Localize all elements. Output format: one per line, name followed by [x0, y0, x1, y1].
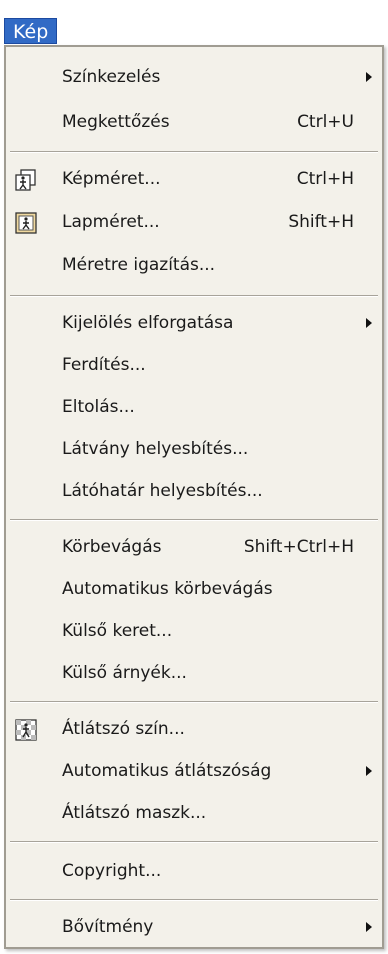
menu-item-label: Eltolás...: [62, 397, 135, 417]
menu-kep[interactable]: Kép: [4, 18, 58, 44]
menu-item-fit-to-size[interactable]: Méretre igazítás...: [6, 247, 382, 283]
menu-item-plugins[interactable]: Bővítmény: [6, 909, 382, 945]
menu-item-color-management[interactable]: Színkezelés: [6, 59, 382, 95]
menu-item-drop-shadow[interactable]: Külső árnyék...: [6, 655, 382, 691]
menu-item-label: Átlátszó maszk...: [62, 803, 207, 823]
menu-item-label: Automatikus körbevágás: [62, 579, 273, 599]
menu-item-label: Külső keret...: [62, 621, 173, 641]
menu-item-label: Lapméret...: [62, 212, 160, 232]
menu-item-label: Megkettőzés: [62, 112, 170, 132]
menu-separator: [10, 151, 378, 153]
menubar: Kép: [0, 0, 388, 46]
menu-item-label: Látóhatár helyesbítés...: [62, 481, 263, 501]
menu-item-transparent-color[interactable]: Átlátszó szín...: [6, 711, 382, 747]
menu-separator: [10, 899, 378, 901]
menu-item-label: Látvány helyesbítés...: [62, 439, 249, 459]
menu-item-perspective-correction[interactable]: Látvány helyesbítés...: [6, 431, 382, 467]
menu-item-crop[interactable]: Körbevágás Shift+Ctrl+H: [6, 529, 382, 565]
menu-item-copyright[interactable]: Copyright...: [6, 853, 382, 889]
menu-item-image-size[interactable]: Képméret... Ctrl+H: [6, 161, 382, 197]
menu-item-shortcut: Shift+H: [288, 212, 354, 232]
menu-item-label: Méretre igazítás...: [62, 255, 216, 275]
menu-item-page-size[interactable]: Lapméret... Shift+H: [6, 204, 382, 240]
transparent-color-icon: [15, 718, 37, 741]
menu-separator: [10, 701, 378, 703]
menu-item-label: Körbevágás: [62, 537, 162, 557]
submenu-arrow-icon: [366, 318, 372, 328]
menu-item-label: Külső árnyék...: [62, 663, 187, 683]
image-size-icon: [15, 168, 37, 191]
menu-item-duplicate[interactable]: Megkettőzés Ctrl+U: [6, 104, 382, 140]
menu-item-label: Ferdítés...: [62, 355, 146, 375]
menu-item-transparent-mask[interactable]: Átlátszó maszk...: [6, 795, 382, 831]
menu-item-outer-frame[interactable]: Külső keret...: [6, 613, 382, 649]
menu-item-label: Színkezelés: [62, 67, 161, 87]
menu-separator: [10, 519, 378, 521]
menu-item-shortcut: Ctrl+H: [296, 169, 354, 189]
menu-item-label: Automatikus átlátszóság: [62, 761, 272, 781]
menu-item-label: Képméret...: [62, 169, 161, 189]
submenu-arrow-icon: [366, 922, 372, 932]
menu-item-label: Bővítmény: [62, 917, 154, 937]
menu-item-offset[interactable]: Eltolás...: [6, 389, 382, 425]
menu-item-rotate-selection[interactable]: Kijelölés elforgatása: [6, 305, 382, 341]
menu-item-label: Kijelölés elforgatása: [62, 313, 234, 333]
menu-item-auto-crop[interactable]: Automatikus körbevágás: [6, 571, 382, 607]
submenu-arrow-icon: [366, 766, 372, 776]
image-menu-dropdown: Színkezelés Megkettőzés Ctrl+U Képméret.…: [4, 45, 384, 949]
menu-item-shortcut: Shift+Ctrl+H: [243, 537, 354, 557]
menu-item-auto-transparency[interactable]: Automatikus átlátszóság: [6, 753, 382, 789]
menu-item-label: Copyright...: [62, 861, 162, 881]
menu-separator: [10, 841, 378, 843]
menu-item-shortcut: Ctrl+U: [297, 112, 354, 132]
menu-separator: [10, 295, 378, 297]
menu-item-skew[interactable]: Ferdítés...: [6, 347, 382, 383]
page-size-icon: [15, 211, 37, 234]
menu-item-label: Átlátszó szín...: [62, 719, 185, 739]
submenu-arrow-icon: [366, 72, 372, 82]
menu-item-horizon-correction[interactable]: Látóhatár helyesbítés...: [6, 473, 382, 509]
